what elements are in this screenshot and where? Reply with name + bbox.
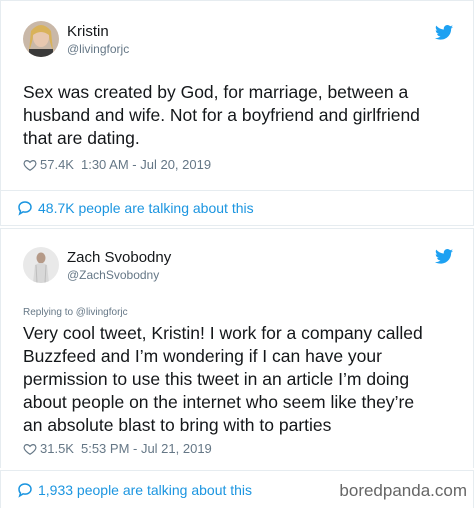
tweet-text: Sex was created by God, for marriage, be… xyxy=(23,81,463,150)
replying-to[interactable]: Replying to @livingforjc xyxy=(23,307,128,318)
tweet-meta: 31.5K 5:53 PM - Jul 21, 2019 xyxy=(23,441,212,456)
tweet-text-line: Very cool tweet, Kristin! I work for a c… xyxy=(23,323,423,343)
speech-bubble-icon xyxy=(18,201,32,216)
tweet-text-line: Sex was created by God, for marriage, be… xyxy=(23,82,409,102)
like-count[interactable]: 57.4K xyxy=(40,157,74,172)
tweet-text-line: about people on the internet who seem li… xyxy=(23,392,415,412)
tweet-text-line: an absolute blast to bring with to parti… xyxy=(23,415,332,435)
tweet-timestamp[interactable]: 1:30 AM - Jul 20, 2019 xyxy=(81,157,211,172)
heart-icon[interactable] xyxy=(23,158,37,172)
tweet-text-line: that are dating. xyxy=(23,128,140,148)
speech-bubble-icon xyxy=(18,483,32,498)
author-handle[interactable]: @ZachSvobodny xyxy=(67,268,159,282)
watermark: boredpanda.com xyxy=(339,481,467,500)
tweet-meta: 57.4K 1:30 AM - Jul 20, 2019 xyxy=(23,157,211,172)
talking-link[interactable]: 48.7K people are talking about this xyxy=(17,200,254,216)
talking-text[interactable]: 48.7K people are talking about this xyxy=(38,200,254,216)
tweet-footer-kristin: 48.7K people are talking about this xyxy=(0,190,474,226)
talking-text[interactable]: 1,933 people are talking about this xyxy=(38,482,252,498)
tweet-card-kristin: Kristin @livingforjc Sex was created by … xyxy=(0,0,474,190)
tweet-text-line: Buzzfeed and I’m wondering if I can have… xyxy=(23,346,382,366)
author-name[interactable]: Zach Svobodny xyxy=(67,249,171,266)
talking-link[interactable]: 1,933 people are talking about this xyxy=(17,482,252,498)
twitter-bird-icon[interactable] xyxy=(435,25,453,40)
tweet-text-line: husband and wife. Not for a boyfriend an… xyxy=(23,105,420,125)
heart-icon[interactable] xyxy=(23,442,37,456)
tweet-timestamp[interactable]: 5:53 PM - Jul 21, 2019 xyxy=(81,441,212,456)
tweet-text: Very cool tweet, Kristin! I work for a c… xyxy=(23,322,463,437)
author-name[interactable]: Kristin xyxy=(67,23,109,40)
twitter-bird-icon[interactable] xyxy=(435,249,453,264)
avatar-zach[interactable] xyxy=(23,247,59,283)
tweet-footer-zach: 1,933 people are talking about this bore… xyxy=(0,470,474,508)
tweet-card-zach: Zach Svobodny @ZachSvobodny Replying to … xyxy=(0,228,474,468)
avatar-kristin[interactable] xyxy=(23,21,59,57)
tweet-text-line: permission to use this tweet in an artic… xyxy=(23,369,410,389)
author-handle[interactable]: @livingforjc xyxy=(67,42,129,56)
like-count[interactable]: 31.5K xyxy=(40,441,74,456)
